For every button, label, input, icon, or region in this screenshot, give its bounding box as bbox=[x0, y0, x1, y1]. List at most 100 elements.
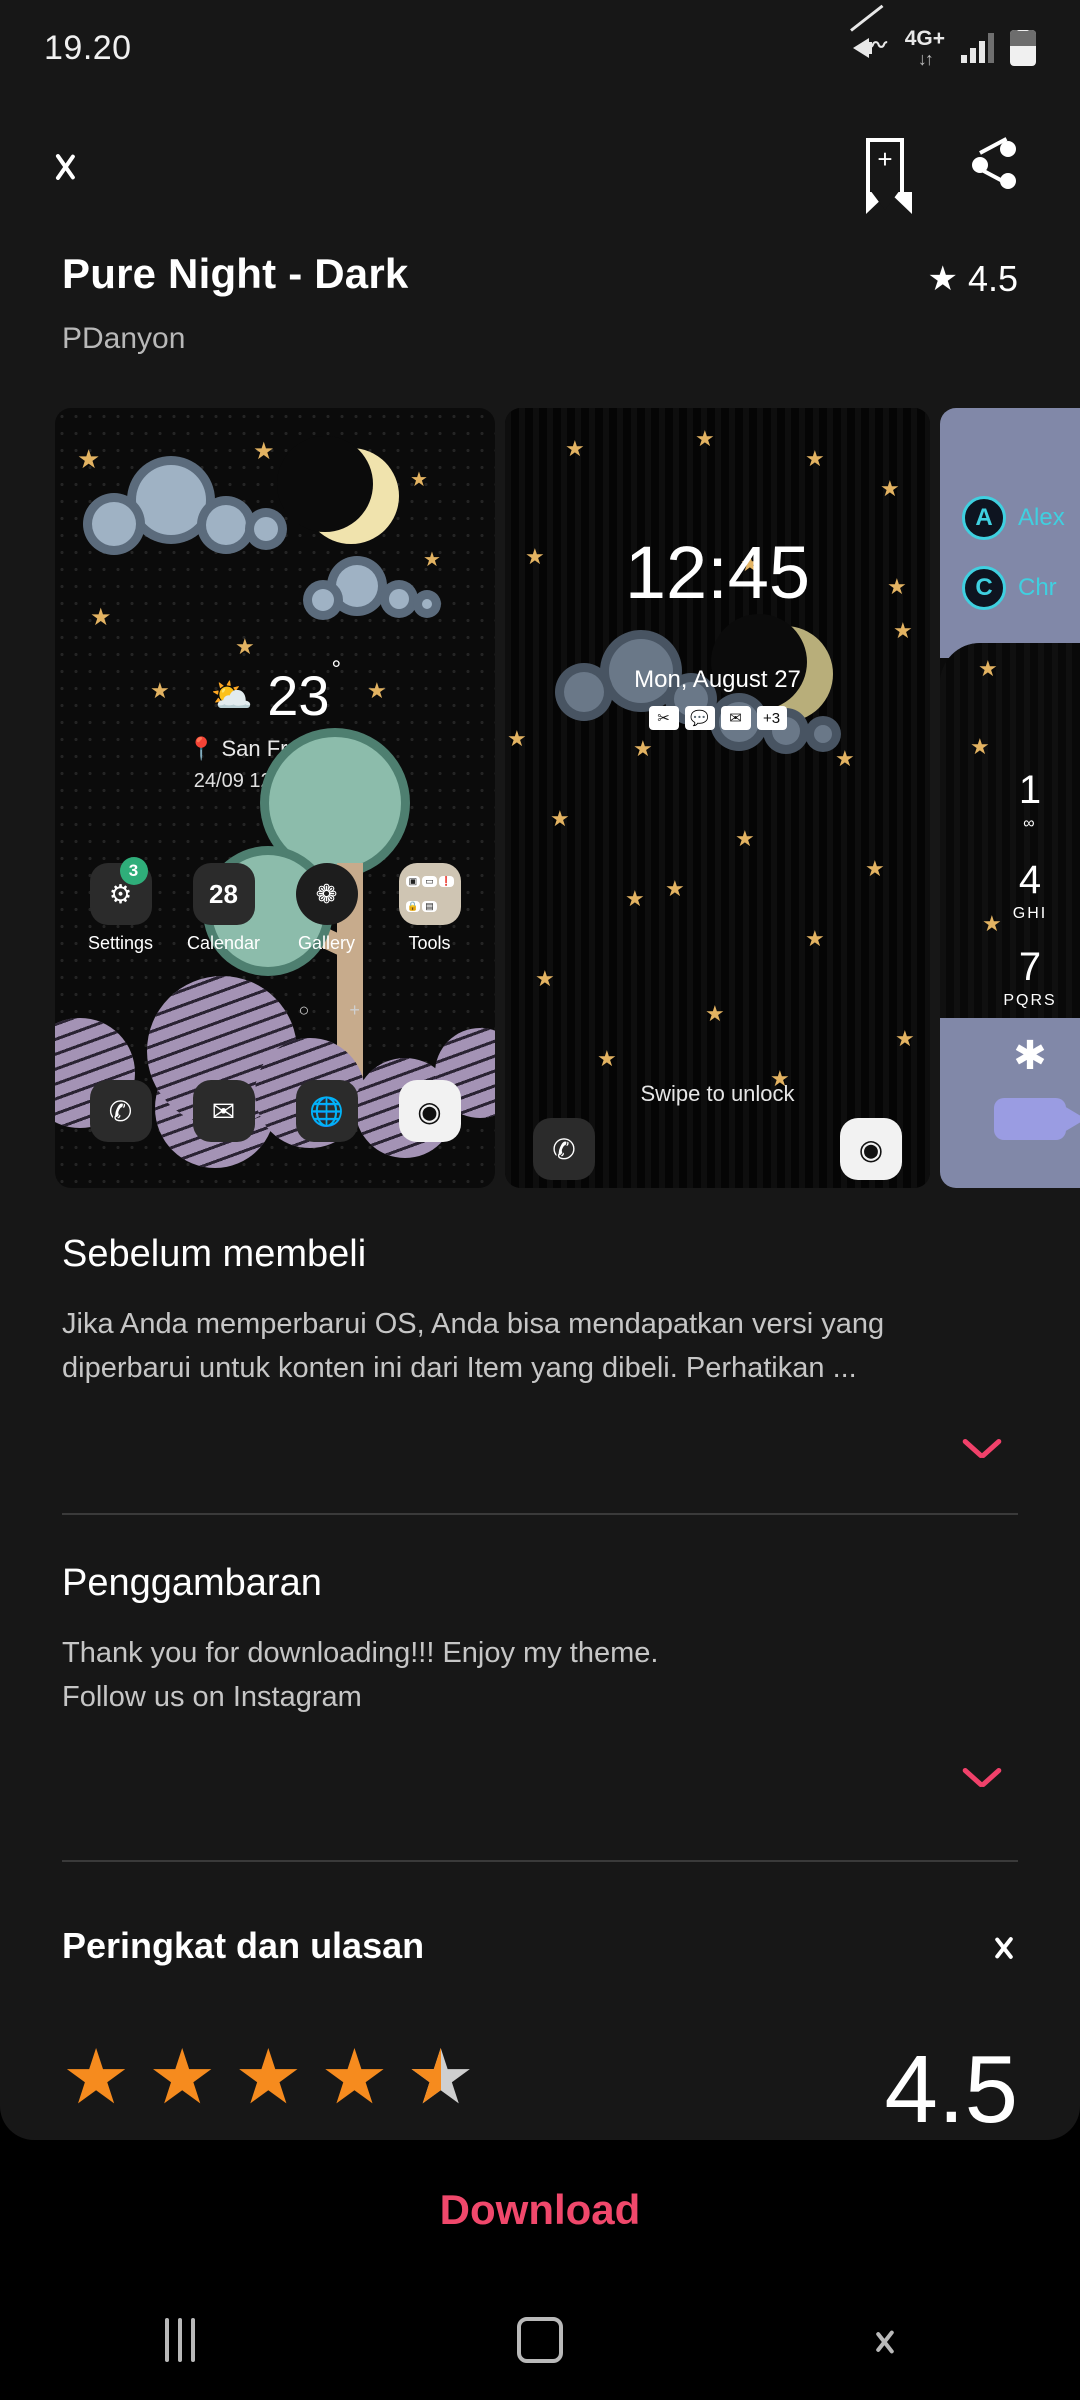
contact-item[interactable]: A Alex bbox=[962, 496, 1065, 540]
page-title: Pure Night - Dark bbox=[62, 250, 409, 297]
contact-name: Alex bbox=[1018, 504, 1065, 531]
lock-notifications[interactable]: ✂ 💬 ✉ +3 bbox=[505, 706, 930, 730]
messages-icon[interactable]: ✉ bbox=[192, 1080, 255, 1142]
location-pin-icon: 📍 bbox=[187, 736, 216, 761]
home-app-row[interactable]: ⚙ 3 Settings 28 Calendar ❁ Gallery ▣ ▭ ❗ 🔒 ▤ bbox=[55, 857, 495, 954]
camera-icon[interactable]: ◉ bbox=[398, 1080, 461, 1142]
star-icon: ★ bbox=[927, 260, 958, 298]
recent-apps-button[interactable] bbox=[110, 2295, 250, 2385]
key-digit: ✱ bbox=[1013, 1034, 1047, 1078]
settings-icon: ⚙ 3 bbox=[89, 857, 152, 925]
swipe-hint: Swipe to unlock bbox=[640, 1081, 795, 1106]
star-decor: ★ bbox=[565, 436, 585, 461]
home-dock[interactable]: ✆ ✉ 🌐 ◉ bbox=[55, 1080, 495, 1142]
preview-card-lockscreen[interactable]: ★ ★ ★ ★ ★ ★ ★ ★ ★ ★ ★ ★ ★ ★ ★ ★ ★ ★ ★ ★ … bbox=[505, 408, 930, 1188]
voicemail-icon: ∞ bbox=[1023, 815, 1037, 832]
app-label: Gallery bbox=[297, 933, 355, 953]
status-clock: 19.20 bbox=[44, 28, 132, 67]
key-letters: PQRS bbox=[1003, 992, 1057, 1009]
preview-carousel[interactable]: ★ ★ ★ ★ ★ ★ ★ ★ ⛅ 23° 📍 San 24/09 ⚙ 3 Se… bbox=[0, 408, 1080, 1188]
key-letters: GHI bbox=[1012, 905, 1048, 922]
star-decor: ★ bbox=[865, 856, 885, 881]
dialpad-key-7[interactable]: 7 PQRS bbox=[940, 945, 1080, 1010]
phone-icon[interactable]: ✆ bbox=[533, 1118, 595, 1180]
bookmark-button[interactable] bbox=[830, 110, 940, 220]
download-button[interactable]: Download bbox=[440, 2186, 641, 2234]
phone-icon[interactable]: ✆ bbox=[89, 1080, 152, 1142]
lock-clock: 12:45 bbox=[624, 531, 811, 614]
star-decor: ★ bbox=[970, 734, 990, 759]
star-decor: ★ bbox=[978, 656, 998, 681]
app-gallery[interactable]: ❁ Gallery bbox=[287, 863, 367, 954]
app-label: Settings bbox=[87, 933, 154, 953]
section-body: Thank you for downloading!!! Enjoy my th… bbox=[62, 1637, 659, 1713]
section-heading: Peringkat dan ulasan bbox=[62, 1925, 425, 1966]
cloud-decor bbox=[380, 580, 418, 618]
contact-name: Chr bbox=[1018, 574, 1057, 601]
calendar-icon: 28 bbox=[192, 863, 255, 925]
star-decor: ★ bbox=[625, 886, 645, 911]
share-button[interactable] bbox=[940, 110, 1050, 220]
star-decor: ★ bbox=[805, 926, 825, 951]
key-digit: 7 bbox=[1018, 945, 1042, 989]
star-decor: ★ bbox=[633, 736, 653, 761]
download-bar[interactable]: Download bbox=[0, 2140, 1080, 2280]
star-decor: ★ bbox=[77, 444, 101, 474]
home-button[interactable] bbox=[470, 2295, 610, 2385]
star-decor: ★ bbox=[90, 604, 112, 631]
dialpad-key-star[interactable]: ✱ bbox=[940, 1033, 1080, 1079]
section-body: Jika Anda memperbarui OS, Anda bisa mend… bbox=[62, 1308, 885, 1384]
dialpad-key-1[interactable]: 1 ∞ bbox=[940, 768, 1080, 833]
home-icon bbox=[517, 2317, 563, 2363]
chevron-down-icon[interactable] bbox=[958, 1438, 1018, 1478]
app-settings[interactable]: ⚙ 3 Settings bbox=[81, 857, 161, 954]
star-decor: ★ bbox=[550, 806, 570, 831]
back-button[interactable] bbox=[28, 110, 138, 220]
reviews-header[interactable]: Peringkat dan ulasan bbox=[62, 1925, 1018, 1967]
content-sheet: 19.20 〰 4G+ ↓↑ Pure Night bbox=[0, 0, 1080, 2140]
recent-apps-icon bbox=[165, 2318, 195, 2362]
signal-bars-icon bbox=[961, 33, 994, 63]
indicator-add-icon[interactable]: + bbox=[349, 1000, 360, 1021]
preview-card-home[interactable]: ★ ★ ★ ★ ★ ★ ★ ★ ⛅ 23° 📍 San 24/09 ⚙ 3 Se… bbox=[55, 408, 495, 1188]
chevron-right-icon[interactable] bbox=[996, 1926, 1018, 1966]
video-call-icon[interactable] bbox=[994, 1098, 1080, 1140]
star-decor: ★ bbox=[535, 966, 555, 991]
moon-decor bbox=[277, 436, 399, 544]
rating-score: 4.5 bbox=[884, 2036, 1018, 2140]
contact-item[interactable]: C Chr bbox=[962, 566, 1057, 610]
star-decor: ★ bbox=[880, 476, 900, 501]
browser-icon[interactable]: 🌐 bbox=[295, 1080, 358, 1142]
star-decor: ★ bbox=[235, 634, 255, 659]
lock-wallpaper bbox=[505, 408, 930, 1188]
partly-cloudy-icon: ⛅ bbox=[210, 676, 254, 715]
star-decor: ★ bbox=[665, 876, 685, 901]
back-button-nav[interactable] bbox=[830, 2295, 970, 2385]
bookmark-add-icon bbox=[866, 138, 912, 214]
notification-badge: 3 bbox=[119, 857, 148, 885]
status-bar: 19.20 〰 4G+ ↓↑ bbox=[0, 0, 1080, 96]
cloud-decor bbox=[245, 508, 287, 550]
notif-icon-mail: ✉ bbox=[720, 706, 751, 730]
star-full-icon: ★ bbox=[320, 2035, 389, 2120]
back-icon bbox=[889, 2318, 911, 2362]
author-name: PDanyon bbox=[62, 322, 186, 355]
divider bbox=[62, 1513, 1018, 1515]
lock-dock[interactable]: ✆ ◉ bbox=[505, 1118, 930, 1180]
app-tools[interactable]: ▣ ▭ ❗ 🔒 ▤ Tools bbox=[390, 863, 470, 954]
notif-icon-missedcall: ✂ bbox=[648, 706, 679, 730]
status-icons: 〰 4G+ ↓↑ bbox=[849, 4, 1036, 69]
star-decor: ★ bbox=[597, 1046, 617, 1071]
dialpad-key-4[interactable]: 4 GHI bbox=[940, 858, 1080, 923]
chevron-down-icon[interactable] bbox=[958, 1767, 1018, 1807]
star-decor: ★ bbox=[253, 438, 275, 465]
star-decor: ★ bbox=[805, 446, 825, 471]
app-calendar[interactable]: 28 Calendar bbox=[184, 863, 264, 954]
star-full-icon: ★ bbox=[148, 2035, 217, 2120]
camera-icon[interactable]: ◉ bbox=[840, 1118, 902, 1180]
gallery-icon: ❁ bbox=[295, 863, 358, 925]
network-arrows: ↓↑ bbox=[917, 49, 934, 69]
app-label: Tools bbox=[408, 933, 451, 953]
preview-card-dialer[interactable]: A Alex C Chr ★ ★ ★ 1 ∞ 4 GHI 7 PQRS ✱ bbox=[940, 408, 1080, 1188]
system-nav-bar[interactable] bbox=[0, 2280, 1080, 2400]
